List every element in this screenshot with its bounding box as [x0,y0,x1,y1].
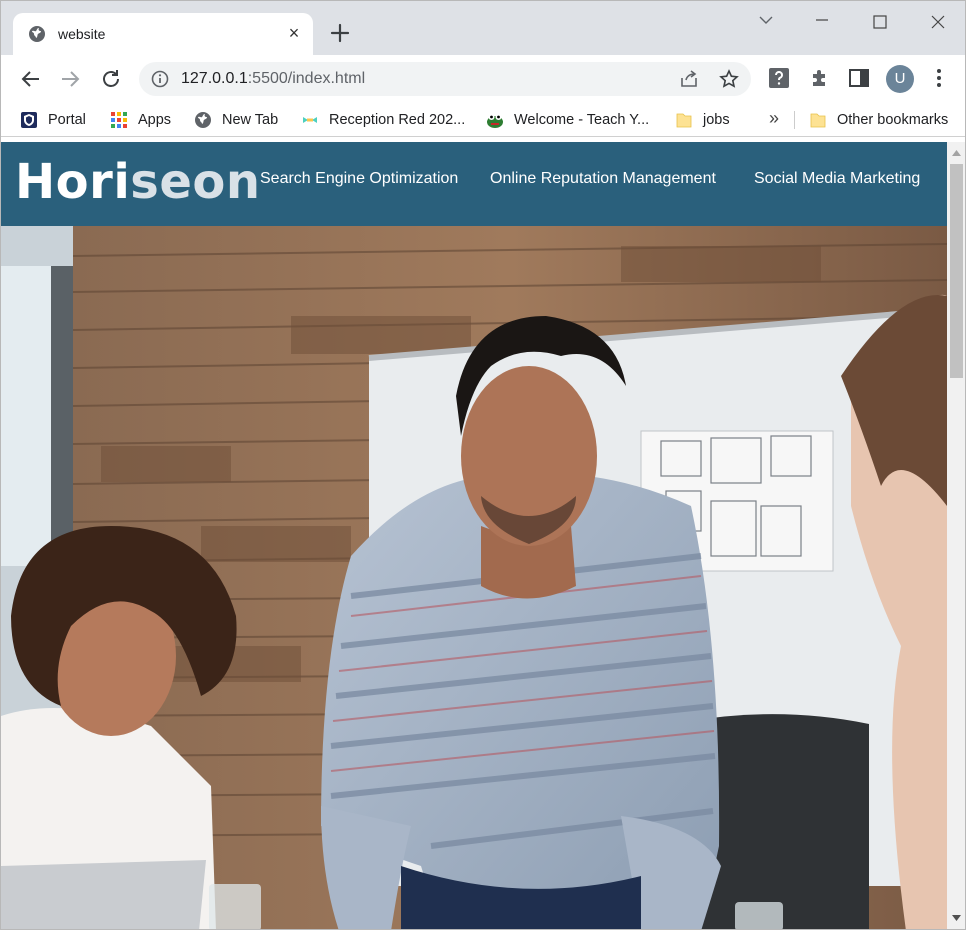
globe-icon [195,112,211,128]
bookmark-welcome[interactable]: Welcome - Teach Y... [486,109,649,131]
minimize-icon[interactable] [807,9,837,35]
bookmarks-bar: Portal Apps New Tab Reception Red 202... [1,103,965,137]
tab-strip: website × [1,1,965,55]
page-viewport: Horiseon Search Engine Optimization Onli… [1,142,947,929]
site-info-icon[interactable] [151,70,169,88]
frog-icon [487,114,503,128]
page-scrollbar[interactable] [947,142,965,929]
bookmark-label: New Tab [222,112,279,128]
maximize-icon[interactable] [865,9,895,35]
nav-link-social-media[interactable]: Social Media Marketing [754,170,920,188]
bookmarks-divider [794,111,795,129]
bookmark-jobs-folder[interactable]: jobs [675,109,730,131]
bookmark-new-tab[interactable]: New Tab [194,109,278,131]
tab-search-chevron-icon[interactable] [751,9,781,35]
bookmark-label: Apps [138,112,172,128]
url-host: 127.0.0.1 [181,70,248,87]
close-window-icon[interactable] [923,9,953,35]
logo-accent: seon [130,154,261,210]
url-path: :5500/index.html [247,70,366,87]
folder-icon [676,113,692,128]
logo-main: Hori [15,154,131,210]
tab-title: website [58,26,106,42]
share-icon[interactable] [679,69,699,89]
site-logo[interactable]: Horiseon [15,154,261,210]
kebab-menu-icon[interactable] [928,67,950,89]
bookmark-portal[interactable]: Portal [20,109,86,131]
bookmark-reception[interactable]: Reception Red 202... [301,109,465,131]
other-bookmarks-label: Other bookmarks [837,112,949,128]
browser-window: website × 127.0.0.1:5500/index.html U Po… [0,0,966,930]
side-panel-icon[interactable] [848,67,870,89]
nav-link-seo[interactable]: Search Engine Optimization [260,170,458,188]
reload-icon[interactable] [98,66,124,92]
scroll-up-arrow-icon[interactable] [951,149,962,157]
reception-icon [303,117,317,123]
bookmark-label: Portal [48,112,86,128]
close-tab-icon[interactable]: × [287,24,301,42]
bookmarks-overflow-chevron[interactable]: » [769,108,779,129]
back-arrow-icon[interactable] [18,66,44,92]
bookmark-star-icon[interactable] [719,69,739,89]
site-header: Horiseon Search Engine Optimization Onli… [1,142,947,226]
scroll-down-arrow-icon[interactable] [951,914,962,922]
url-text[interactable]: 127.0.0.1:5500/index.html [181,70,365,88]
bookmark-apps[interactable]: Apps [110,109,171,131]
globe-icon [29,26,45,42]
scrollbar-thumb[interactable] [950,164,963,378]
forward-arrow-icon[interactable] [57,66,83,92]
nav-link-reputation[interactable]: Online Reputation Management [490,170,716,188]
tab-website[interactable]: website × [13,13,313,55]
address-bar[interactable]: 127.0.0.1:5500/index.html [139,62,751,96]
folder-icon [810,113,826,128]
apps-grid-icon [111,112,127,128]
help-extension-icon[interactable] [768,67,790,89]
other-bookmarks-folder[interactable]: Other bookmarks [809,109,948,131]
portal-shield-icon [21,112,37,128]
new-tab-plus-icon[interactable] [328,21,352,45]
bookmark-label: Welcome - Teach Y... [514,112,650,128]
browser-toolbar: 127.0.0.1:5500/index.html U [1,55,965,103]
bookmark-label: jobs [703,112,730,128]
profile-avatar[interactable]: U [886,65,914,93]
hero-image [1,226,947,929]
extensions-puzzle-icon[interactable] [809,67,831,89]
bookmark-label: Reception Red 202... [329,112,466,128]
